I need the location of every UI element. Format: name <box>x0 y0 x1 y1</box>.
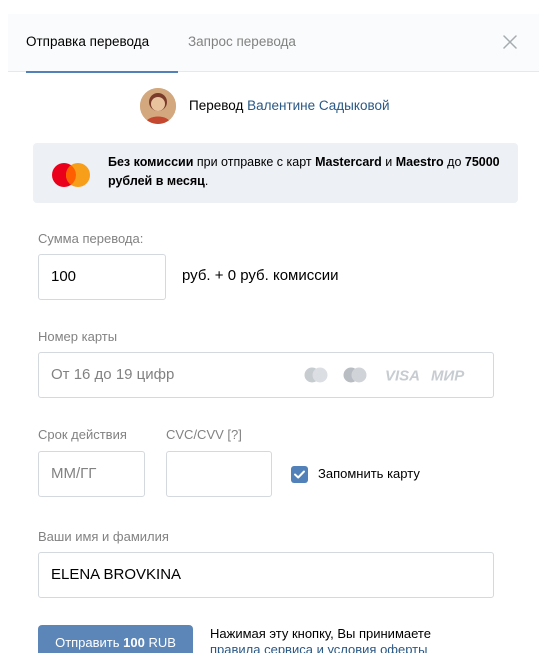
expiry-label: Срок действия <box>38 427 127 442</box>
terms-line-1: Нажимая эту кнопку, Вы принимаете <box>210 626 431 641</box>
avatar <box>140 88 176 124</box>
amount-commission-text: руб. + 0 руб. комиссии <box>182 267 339 284</box>
transfer-dialog: Отправка перевода Запрос перевода Перево… <box>0 0 539 653</box>
promo-text-2: и <box>381 155 396 169</box>
promo-text-1: при отправке с карт <box>193 155 316 169</box>
expiry-input[interactable]: ММ/ГГ <box>38 451 145 497</box>
cardholder-name-input[interactable]: ELENA BROVKINA <box>38 552 494 598</box>
send-button-currency: RUB <box>144 635 176 650</box>
maestro-gray-icon <box>343 367 367 383</box>
send-button-prefix: Отправить <box>55 635 124 650</box>
promo-bold-no-fee: Без комиссии <box>108 155 194 169</box>
promo-text: Без комиссии при отправке с карт Masterc… <box>108 153 508 191</box>
mastercard-gray-icon <box>304 367 328 383</box>
card-number-input[interactable]: От 16 до 19 цифр VISA МИР <box>38 352 494 398</box>
remember-card-checkbox[interactable] <box>291 466 308 483</box>
amount-label: Сумма перевода: <box>38 231 144 246</box>
card-logos: VISA МИР <box>303 367 479 383</box>
card-number-label: Номер карты <box>38 329 118 344</box>
mastercard-icon <box>52 163 90 187</box>
close-icon[interactable] <box>501 33 519 51</box>
recipient-row: Перевод Валентине Садыковой <box>0 86 539 124</box>
card-number-placeholder: От 16 до 19 цифр <box>51 366 175 383</box>
promo-bold-mastercard: Mastercard <box>315 155 382 169</box>
promo-banner: Без комиссии при отправке с карт Masterc… <box>33 143 518 203</box>
promo-bold-maestro: Maestro <box>395 155 444 169</box>
cvc-label[interactable]: CVC/CVV [?] <box>166 427 242 442</box>
recipient-prefix: Перевод <box>189 98 244 113</box>
amount-input[interactable]: 100 <box>38 254 166 300</box>
mir-logo: МИР <box>431 368 465 384</box>
terms-text: Нажимая эту кнопку, Вы принимаете правил… <box>210 626 510 653</box>
tab-request-transfer[interactable]: Запрос перевода <box>188 14 296 72</box>
promo-text-4: . <box>204 174 209 188</box>
cvc-input[interactable] <box>166 451 272 497</box>
visa-logo: VISA <box>385 368 420 384</box>
promo-text-3: до <box>443 155 465 169</box>
name-label: Ваши имя и фамилия <box>38 529 169 544</box>
send-button[interactable]: Отправить 100 RUB <box>38 625 193 653</box>
terms-link[interactable]: правила сервиса и условия оферты <box>210 642 510 653</box>
remember-card-label[interactable]: Запомнить карту <box>318 466 420 481</box>
tabs-header: Отправка перевода Запрос перевода <box>8 14 539 73</box>
recipient-text: Перевод Валентине Садыковой <box>189 98 390 113</box>
recipient-name-link[interactable]: Валентине Садыковой <box>247 98 389 113</box>
tab-send-transfer[interactable]: Отправка перевода <box>26 14 178 73</box>
send-button-amount: 100 <box>123 635 145 650</box>
